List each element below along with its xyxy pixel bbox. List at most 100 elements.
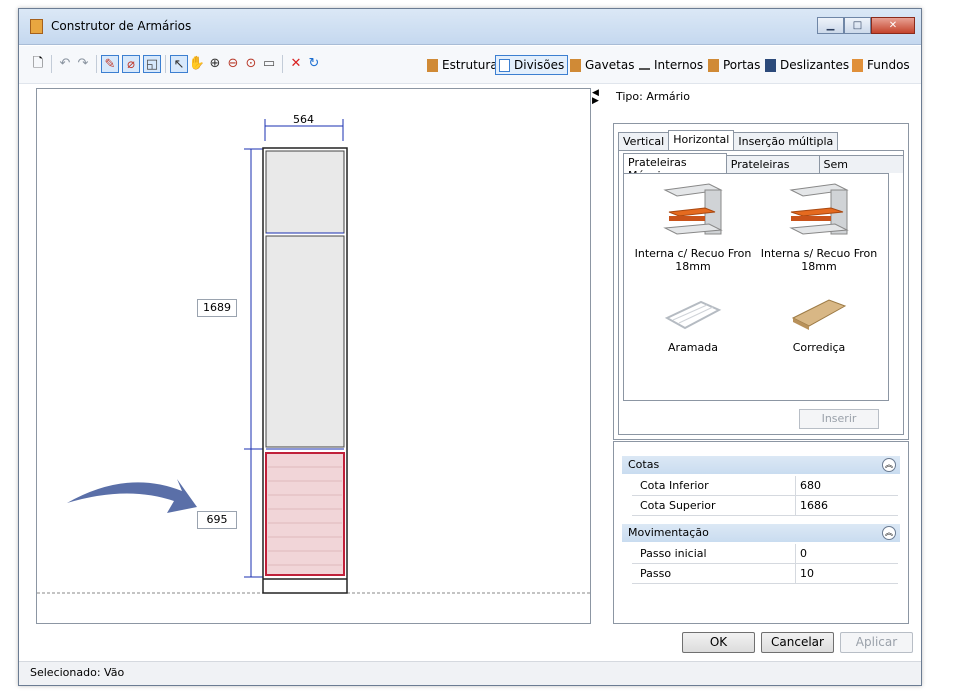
tab-deslizantes[interactable]: Deslizantes bbox=[765, 55, 849, 75]
shelf-item-label: Interna s/ Recuo Fron 18mm bbox=[760, 247, 878, 273]
group-movimentacao-title: Movimentação bbox=[628, 526, 709, 539]
prop-key: Passo inicial bbox=[640, 547, 707, 560]
prop-value[interactable]: 0 bbox=[795, 544, 807, 564]
delete-icon[interactable]: ✕ bbox=[287, 55, 305, 73]
drawing-canvas[interactable]: 564 1689 695 bbox=[36, 88, 592, 624]
shelf-item-interna-sem-recuo[interactable]: Interna s/ Recuo Fron 18mm bbox=[758, 182, 880, 273]
horizontal-tab-body: Prateleiras Móveis Prateleiras Fixas Sem… bbox=[618, 150, 904, 435]
tab-estrutura[interactable]: Estrutura bbox=[427, 55, 498, 75]
prop-value[interactable]: 1686 bbox=[795, 496, 828, 516]
prop-row-cota-superior[interactable]: Cota Superior 1686 bbox=[632, 496, 898, 516]
estrutura-icon bbox=[427, 58, 438, 72]
prop-key: Cota Superior bbox=[640, 499, 716, 512]
close-button[interactable]: ✕ bbox=[871, 17, 915, 34]
tab-horizontal[interactable]: Horizontal bbox=[668, 130, 735, 150]
window-icon[interactable]: ▭ bbox=[260, 55, 278, 73]
zoom-fit-icon[interactable]: ⊙ bbox=[242, 55, 260, 73]
cancel-button[interactable]: Cancelar bbox=[761, 632, 834, 653]
prop-key: Cota Inferior bbox=[640, 479, 709, 492]
division-panel: Vertical Horizontal Inserção múltipla Pr… bbox=[613, 123, 909, 440]
cabinet-top-section bbox=[265, 150, 345, 234]
redo-icon[interactable]: ↷ bbox=[74, 55, 92, 73]
prop-value[interactable]: 10 bbox=[795, 564, 814, 584]
selected-section bbox=[265, 452, 345, 576]
deslizantes-icon bbox=[765, 58, 776, 72]
internos-icon bbox=[639, 61, 650, 70]
cabinet-middle-section bbox=[265, 235, 345, 448]
zoom-out-icon[interactable]: ⊖ bbox=[224, 55, 242, 73]
shelf-item-interna-com-recuo[interactable]: Interna c/ Recuo Fron 18mm bbox=[632, 182, 754, 273]
width-label: 564 bbox=[293, 113, 314, 126]
tab-portas[interactable]: Portas bbox=[708, 55, 760, 75]
undo-icon[interactable]: ↶ bbox=[56, 55, 74, 73]
tab-deslizantes-label: Deslizantes bbox=[780, 58, 850, 72]
section-height-field[interactable]: 695 bbox=[197, 511, 237, 529]
properties-grid: Cotas ︽ Cota Inferior 680 Cota Superior … bbox=[613, 441, 909, 624]
tab-portas-label: Portas bbox=[723, 58, 761, 72]
edit-icon[interactable]: ⌀ bbox=[122, 55, 140, 73]
app-icon bbox=[30, 19, 43, 34]
zoom-in-icon[interactable]: ⊕ bbox=[206, 55, 224, 73]
insert-button[interactable]: Inserir bbox=[799, 409, 879, 429]
tipo-label: Tipo: Armário bbox=[616, 90, 690, 103]
shelf-item-label: Corrediça bbox=[792, 341, 846, 354]
prop-value[interactable]: 680 bbox=[795, 476, 821, 496]
cabinet-builder-window: Construtor de Armários ▁ □ ✕ 🗋 ↶ ↷ ✎ ⌀ ◱… bbox=[18, 8, 922, 686]
tab-internos[interactable]: Internos bbox=[639, 55, 703, 75]
tab-vertical[interactable]: Vertical bbox=[618, 132, 670, 150]
tab-gavetas[interactable]: Gavetas bbox=[570, 55, 634, 75]
new-icon[interactable]: 🗋 bbox=[29, 55, 47, 73]
pan-icon[interactable]: ✋ bbox=[188, 55, 206, 73]
tab-gavetas-label: Gavetas bbox=[585, 58, 635, 72]
portas-icon bbox=[708, 58, 719, 72]
subtab-sem-prateleira[interactable]: Sem Prateleira bbox=[818, 155, 904, 184]
window-title: Construtor de Armários bbox=[51, 19, 192, 33]
pointer-arrow bbox=[67, 479, 197, 513]
panel-toggle-icon[interactable]: ◀ ▶ bbox=[592, 89, 599, 106]
toolbar-tools: 🗋 ↶ ↷ ✎ ⌀ ◱ ↖ ✋ ⊕ ⊖ ⊙ ▭ ✕ ↻ bbox=[29, 55, 323, 73]
height-field[interactable]: 1689 bbox=[197, 299, 237, 317]
tab-divisoes[interactable]: Divisões bbox=[495, 55, 569, 75]
toolbar: 🗋 ↶ ↷ ✎ ⌀ ◱ ↖ ✋ ⊕ ⊖ ⊙ ▭ ✕ ↻ Estrutura Di… bbox=[19, 46, 921, 84]
group-movimentacao[interactable]: Movimentação ︽ bbox=[622, 524, 900, 542]
prop-row-passo[interactable]: Passo 10 bbox=[632, 564, 898, 584]
minimize-button[interactable]: ▁ bbox=[817, 17, 844, 34]
divisoes-icon bbox=[499, 58, 510, 72]
group-cotas-title: Cotas bbox=[628, 458, 660, 471]
subtab-prateleiras-moveis[interactable]: Prateleiras Móveis bbox=[623, 153, 727, 182]
shelf-list: Interna c/ Recuo Fron 18mm Interna s/ Re… bbox=[623, 173, 889, 401]
maximize-button[interactable]: □ bbox=[844, 17, 871, 34]
refresh-icon[interactable]: ↻ bbox=[305, 55, 323, 73]
gavetas-icon bbox=[570, 58, 581, 72]
tab-fundos-label: Fundos bbox=[867, 58, 910, 72]
tab-insercao-multipla[interactable]: Inserção múltipla bbox=[733, 132, 839, 150]
tab-estrutura-label: Estrutura bbox=[442, 58, 498, 72]
collapse-icon[interactable]: ︽ bbox=[882, 458, 896, 472]
shape-icon[interactable]: ◱ bbox=[143, 55, 161, 73]
shelf-item-corredica[interactable]: Corrediça bbox=[758, 294, 880, 354]
tab-internos-label: Internos bbox=[654, 58, 704, 72]
fundos-icon bbox=[852, 58, 863, 72]
prop-row-cota-inferior[interactable]: Cota Inferior 680 bbox=[632, 476, 898, 496]
title-bar: Construtor de Armários ▁ □ ✕ bbox=[19, 9, 921, 45]
status-bar: Selecionado: Vão bbox=[19, 661, 921, 685]
shelf-item-aramada[interactable]: Aramada bbox=[632, 294, 754, 354]
ok-button[interactable]: OK bbox=[682, 632, 755, 653]
status-text: Selecionado: Vão bbox=[30, 666, 125, 679]
subtab-prateleiras-fixas[interactable]: Prateleiras Fixas bbox=[725, 155, 820, 184]
cabinet-drawing bbox=[37, 119, 592, 594]
shelf-item-label: Interna c/ Recuo Fron 18mm bbox=[634, 247, 752, 273]
apply-button[interactable]: Aplicar bbox=[840, 632, 913, 653]
select-icon[interactable]: ↖ bbox=[170, 55, 188, 73]
slide-shelf-icon bbox=[791, 299, 847, 330]
group-cotas[interactable]: Cotas ︽ bbox=[622, 456, 900, 474]
shelf-sem-recuo-icon bbox=[789, 183, 849, 235]
draw-icon[interactable]: ✎ bbox=[101, 55, 119, 73]
prop-key: Passo bbox=[640, 567, 672, 580]
wire-shelf-icon bbox=[664, 300, 722, 330]
tab-fundos[interactable]: Fundos bbox=[852, 55, 910, 75]
prop-row-passo-inicial[interactable]: Passo inicial 0 bbox=[632, 544, 898, 564]
collapse-icon[interactable]: ︽ bbox=[882, 526, 896, 540]
tab-divisoes-label: Divisões bbox=[514, 58, 565, 72]
shelf-item-label: Aramada bbox=[668, 341, 718, 354]
